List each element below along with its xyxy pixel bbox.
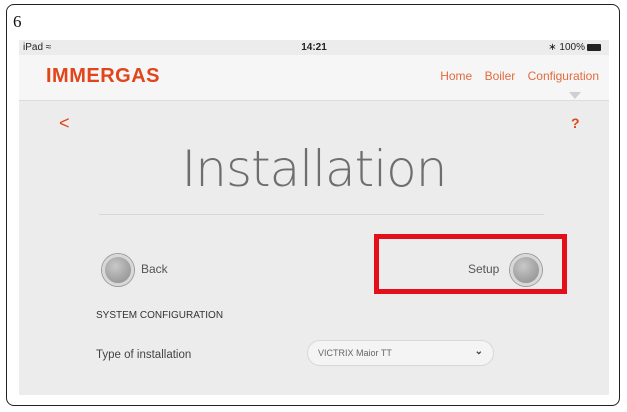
battery-icon	[587, 43, 601, 51]
page-number: 6	[13, 12, 22, 31]
chevron-down-icon: ⌄	[474, 346, 483, 357]
installation-type-label: Type of installation	[96, 349, 192, 361]
status-bar: iPad ≈ 14:21 ∗ 100%	[19, 40, 609, 55]
back-radio-button[interactable]	[102, 254, 134, 286]
app-header: IMMERGAS Home Boiler Configuration	[19, 55, 609, 101]
installation-type-select[interactable]: VICTRIX Maior TT ⌄	[307, 340, 494, 366]
back-arrow-button[interactable]: <	[59, 113, 70, 134]
nav-home[interactable]: Home	[440, 69, 472, 83]
divider	[99, 214, 544, 215]
bluetooth-icon: ∗	[548, 42, 557, 53]
app-screen: iPad ≈ 14:21 ∗ 100% IMMERGAS Home Boiler…	[19, 40, 609, 395]
help-button[interactable]: ?	[571, 115, 580, 131]
back-label: Back	[141, 262, 168, 276]
setup-highlight-box	[374, 234, 567, 294]
select-value: VICTRIX Maior TT	[318, 348, 392, 358]
immergas-logo: IMMERGAS	[46, 65, 160, 87]
clock: 14:21	[301, 42, 327, 53]
section-title: SYSTEM CONFIGURATION	[96, 310, 224, 321]
nav-active-indicator	[569, 92, 581, 99]
top-nav: Home Boiler Configuration	[431, 69, 599, 83]
nav-configuration[interactable]: Configuration	[528, 69, 599, 83]
nav-boiler[interactable]: Boiler	[485, 69, 516, 83]
page-title: Installation	[181, 140, 448, 198]
battery-status: ∗ 100%	[548, 42, 601, 53]
